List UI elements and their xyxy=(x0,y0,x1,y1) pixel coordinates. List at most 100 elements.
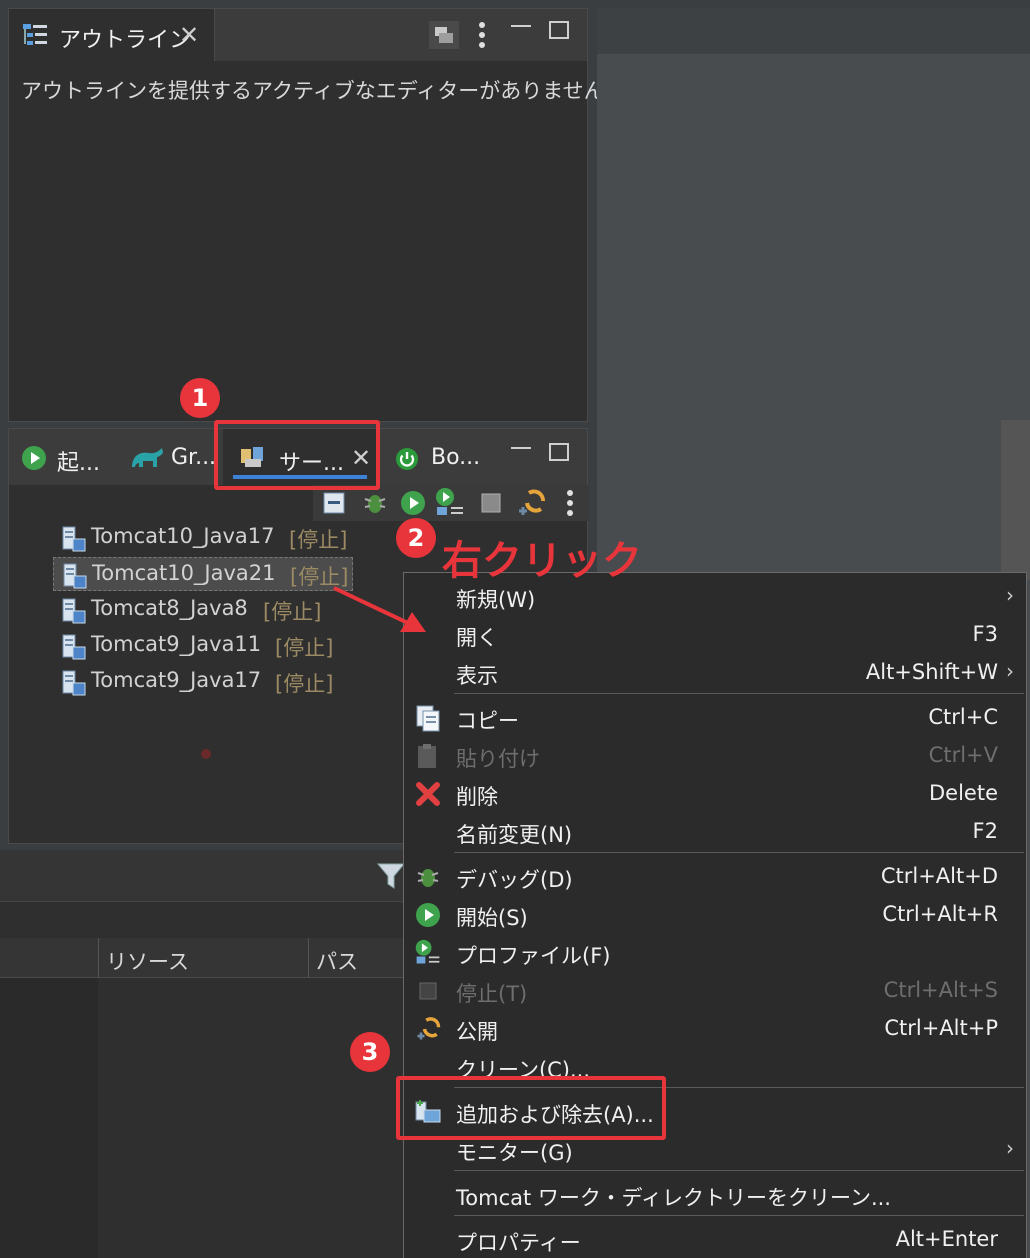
server-name: Tomcat9_Java11 xyxy=(91,632,262,656)
column-separator[interactable] xyxy=(308,938,309,978)
menu-item-debug[interactable]: デバッグ(D) Ctrl+Alt+D xyxy=(404,857,1026,895)
menu-separator xyxy=(454,693,1024,694)
editor-topbar xyxy=(597,8,1030,54)
highlight-servers-tab xyxy=(214,420,380,490)
outline-empty-message: アウトラインを提供するアクティブなエディターがありません。 xyxy=(21,79,626,103)
publish-icon xyxy=(417,1017,441,1040)
chevron-right-icon: › xyxy=(1006,583,1014,607)
maximize-icon[interactable] xyxy=(549,21,569,39)
profile-icon[interactable] xyxy=(435,487,465,519)
menu-item-show[interactable]: 表示 Alt+Shift+W › xyxy=(404,653,1026,691)
menu-label: モニター(G) xyxy=(456,1141,573,1165)
menu-label: プロパティー xyxy=(456,1231,581,1255)
menu-label: 停止(T) xyxy=(456,982,528,1006)
server-item[interactable]: Tomcat9_Java11 [停止] xyxy=(53,629,353,663)
menu-label: 新規(W) xyxy=(456,588,536,612)
start-icon[interactable] xyxy=(399,489,427,517)
menu-label: 削除 xyxy=(456,785,498,809)
run-icon xyxy=(22,446,46,470)
menu-item-publish[interactable]: 公開 Ctrl+Alt+P xyxy=(404,1009,1026,1047)
gradle-icon xyxy=(132,448,163,467)
close-icon[interactable]: ✕ xyxy=(179,21,199,49)
step-badge-3: 3 xyxy=(350,1032,390,1072)
menu-accel: Ctrl+Alt+P xyxy=(884,1016,998,1040)
server-name: Tomcat10_Java21 xyxy=(92,561,276,585)
context-menu: 新規(W) › 開く F3 表示 Alt+Shift+W › コピー Ctrl+… xyxy=(403,572,1027,1258)
menu-item-clean-tomcat-work[interactable]: Tomcat ワーク・ディレクトリーをクリーン... xyxy=(404,1175,1026,1213)
minimize-icon[interactable] xyxy=(511,447,531,449)
menu-item-delete[interactable]: 削除 Delete xyxy=(404,774,1026,812)
stop-icon[interactable] xyxy=(479,491,503,515)
chevron-right-icon: › xyxy=(1006,1136,1014,1160)
menu-separator xyxy=(454,1215,1024,1216)
menu-accel: Ctrl+Alt+D xyxy=(880,864,998,888)
menu-label: 公開 xyxy=(456,1020,498,1044)
server-item[interactable]: Tomcat10_Java17 [停止] xyxy=(53,521,353,555)
menu-item-properties[interactable]: プロパティー Alt+Enter xyxy=(404,1220,1026,1258)
menu-item-profile[interactable]: プロファイル(F) xyxy=(404,933,1026,971)
menu-accel: F3 xyxy=(972,622,998,646)
menu-label: 表示 xyxy=(456,664,498,688)
menu-accel: Ctrl+Alt+R xyxy=(882,902,998,926)
collapse-all-icon[interactable] xyxy=(321,489,347,517)
view-menu-icon[interactable] xyxy=(563,487,577,519)
server-state: [停止] xyxy=(275,672,334,696)
tab-outline[interactable]: アウトライン ✕ xyxy=(9,9,215,61)
menu-label: コピー xyxy=(456,709,519,733)
step-badge-1: 1 xyxy=(180,378,220,418)
server-item[interactable]: Tomcat8_Java8 [停止] xyxy=(53,593,353,627)
server-name: Tomcat10_Java17 xyxy=(91,524,275,548)
menu-label: 開始(S) xyxy=(456,906,528,930)
column-separator[interactable] xyxy=(98,938,99,978)
profile-icon xyxy=(415,939,440,964)
tab-gradle-label[interactable]: Gr... xyxy=(171,445,216,470)
menu-item-open[interactable]: 開く F3 xyxy=(404,615,1026,653)
menu-label: 貼り付け xyxy=(456,747,540,771)
filter-icon[interactable] xyxy=(376,860,406,892)
menu-label: Tomcat ワーク・ディレクトリーをクリーン... xyxy=(456,1186,891,1210)
publish-icon[interactable] xyxy=(515,487,547,519)
menu-item-paste: 貼り付け Ctrl+V xyxy=(404,736,1026,774)
markers-table-header: リソース パス xyxy=(0,938,406,978)
server-state: [停止] xyxy=(275,636,334,660)
minimize-icon[interactable] xyxy=(511,25,531,27)
copy-icon xyxy=(416,705,440,732)
server-icon xyxy=(63,563,87,589)
highlight-add-remove xyxy=(396,1076,666,1140)
server-item-selected[interactable]: Tomcat10_Java21 [停止] xyxy=(53,557,353,591)
menu-label: デバッグ(D) xyxy=(456,868,573,892)
server-icon xyxy=(62,670,86,696)
tab-boot-label[interactable]: Bo... xyxy=(431,445,480,470)
stop-icon xyxy=(419,982,437,1000)
markers-column-shade xyxy=(0,978,98,1258)
server-item[interactable]: Tomcat9_Java17 [停止] xyxy=(53,665,353,699)
server-name: Tomcat8_Java8 xyxy=(91,596,248,620)
debug-icon xyxy=(417,869,439,887)
menu-label: 名前変更(N) xyxy=(456,823,573,847)
maximize-icon[interactable] xyxy=(549,443,569,461)
markers-view: リソース パス xyxy=(0,850,406,1258)
servers-toolbar xyxy=(313,485,589,521)
boot-dashboard-icon xyxy=(396,448,418,470)
debug-icon[interactable] xyxy=(361,489,389,517)
menu-accel: Alt+Shift+W xyxy=(865,660,998,684)
server-state: [停止] xyxy=(289,528,348,552)
menu-label: プロファイル(F) xyxy=(456,944,611,968)
menu-item-copy[interactable]: コピー Ctrl+C xyxy=(404,698,1026,736)
view-menu-icon[interactable] xyxy=(475,19,489,51)
column-header-resource[interactable]: リソース xyxy=(106,946,189,976)
server-state: [停止] xyxy=(263,600,322,624)
tab-launch-label[interactable]: 起... xyxy=(57,445,100,477)
chevron-right-icon: › xyxy=(1006,659,1014,683)
markers-summary xyxy=(0,902,406,938)
paste-icon xyxy=(418,744,436,768)
menu-item-rename[interactable]: 名前変更(N) F2 xyxy=(404,812,1026,850)
focus-icon[interactable] xyxy=(429,21,459,49)
menu-accel: Delete xyxy=(929,781,998,805)
step-badge-2: 2 xyxy=(396,518,436,558)
menu-item-start[interactable]: 開始(S) Ctrl+Alt+R xyxy=(404,895,1026,933)
cursor-dot xyxy=(201,749,211,759)
menu-accel: Ctrl+Alt+S xyxy=(883,978,998,1002)
menu-item-stop: 停止(T) Ctrl+Alt+S xyxy=(404,971,1026,1009)
column-header-path[interactable]: パス xyxy=(316,946,358,976)
